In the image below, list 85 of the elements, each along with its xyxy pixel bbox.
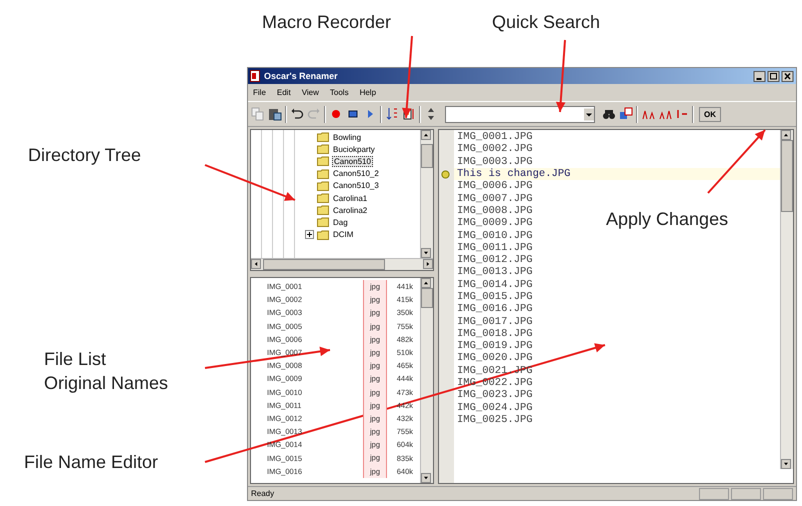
callout-label: Quick Search (492, 11, 600, 34)
vertical-scrollbar[interactable] (420, 130, 433, 258)
editor-line: IMG_0003.JPG (457, 156, 533, 168)
scroll-right-icon[interactable] (423, 259, 433, 269)
editor-line: IMG_0015.JPG (457, 291, 533, 303)
folder-icon (317, 205, 329, 216)
callout-label: Directory Tree (28, 144, 142, 167)
scroll-up-icon[interactable] (421, 278, 431, 288)
editor-line: IMG_0013.JPG (457, 266, 533, 278)
horizontal-scrollbar[interactable] (251, 258, 433, 270)
sort-icon[interactable] (385, 107, 399, 121)
vertical-scrollbar[interactable] (780, 130, 793, 469)
editor-line: IMG_0012.JPG (457, 254, 533, 266)
scroll-up-icon[interactable] (781, 130, 791, 140)
editor-line: IMG_0023.JPG (457, 389, 533, 402)
folder-icon (317, 132, 329, 142)
dropdown-icon[interactable] (584, 106, 594, 122)
callout-label: Apply Changes (606, 208, 728, 231)
menu-item[interactable]: File (253, 88, 266, 97)
close-icon[interactable] (781, 70, 794, 82)
editor-line: IMG_0009.JPG (457, 217, 533, 230)
scroll-thumb[interactable] (781, 140, 793, 212)
folder-icon (317, 156, 329, 166)
folder-icon (317, 144, 329, 154)
folder-icon (317, 230, 329, 240)
callout-label: File List Original Names (44, 348, 168, 395)
app-icon (250, 70, 260, 82)
folder-icon (317, 193, 329, 204)
maximize-icon[interactable] (767, 70, 780, 82)
editor-line: IMG_0007.JPG (457, 192, 533, 205)
editor-line: IMG_0025.JPG (457, 414, 533, 426)
tree-item[interactable]: DCIM (332, 230, 354, 240)
tree-item[interactable]: Buciokparty (332, 144, 376, 154)
tree-item[interactable]: Canon510_3 (332, 181, 380, 190)
editor-line: IMG_0008.JPG (457, 204, 533, 217)
scroll-up-icon[interactable] (421, 130, 431, 140)
file-name-editor[interactable] (438, 129, 794, 484)
binoculars-icon[interactable] (602, 107, 616, 121)
scroll-thumb[interactable] (263, 259, 385, 270)
folder-icon (317, 180, 329, 191)
tree-item[interactable]: Dag (332, 218, 349, 227)
tree-item[interactable]: Bowling (332, 132, 362, 142)
callout-label: File Name Editor (24, 451, 158, 474)
menu-item[interactable]: Edit (276, 88, 291, 97)
tree-item[interactable]: Canon510 (332, 156, 373, 167)
status-text: Ready (251, 489, 274, 498)
vertical-scrollbar[interactable] (420, 278, 433, 483)
editor-line: This is change.JPG (457, 168, 570, 180)
editor-line: IMG_0017.JPG (457, 316, 533, 328)
apply-button[interactable]: OK (699, 106, 721, 122)
folder-icon (317, 217, 329, 228)
editor-line: IMG_0024.JPG (457, 402, 533, 414)
callout-label: Macro Recorder (262, 11, 392, 34)
tree-item[interactable]: Canon510_2 (332, 169, 380, 178)
editor-line: IMG_0001.JPG (457, 131, 533, 144)
tree-item[interactable]: Carolina2 (332, 206, 368, 215)
undo-icon[interactable] (290, 107, 304, 121)
scroll-thumb[interactable] (421, 288, 433, 308)
window-title: Oscar's Renamer (264, 71, 338, 81)
editor-line: IMG_0014.JPG (457, 278, 533, 291)
paste-icon[interactable] (268, 107, 282, 121)
scroll-left-icon[interactable] (251, 259, 261, 269)
tree-item[interactable]: Carolina1 (332, 194, 368, 203)
replace-icon[interactable] (619, 107, 633, 121)
expand-plus-icon[interactable] (305, 230, 314, 240)
menu-item[interactable]: Tools (330, 88, 349, 97)
menu-item[interactable]: Help (360, 88, 376, 97)
scroll-down-icon[interactable] (421, 248, 431, 258)
editor-line: IMG_0002.JPG (457, 143, 533, 156)
editor-line: IMG_0020.JPG (457, 352, 533, 364)
editor-line: IMG_0006.JPG (457, 180, 533, 192)
folder-icon (317, 168, 329, 179)
trim-icon[interactable] (675, 107, 689, 121)
editor-line: IMG_0016.JPG (457, 303, 533, 316)
scroll-down-icon[interactable] (781, 459, 791, 469)
editor-line: IMG_0011.JPG (457, 242, 533, 254)
minimize-icon[interactable] (753, 70, 766, 82)
menu-item[interactable]: View (302, 88, 319, 97)
callout-arrow (707, 129, 766, 194)
scroll-thumb[interactable] (421, 144, 433, 168)
search-field[interactable] (445, 106, 595, 122)
editor-line: IMG_0010.JPG (457, 230, 533, 242)
scroll-down-icon[interactable] (421, 473, 431, 483)
editor-line: IMG_0018.JPG (457, 328, 533, 340)
editor-line: IMG_0019.JPG (457, 340, 533, 352)
